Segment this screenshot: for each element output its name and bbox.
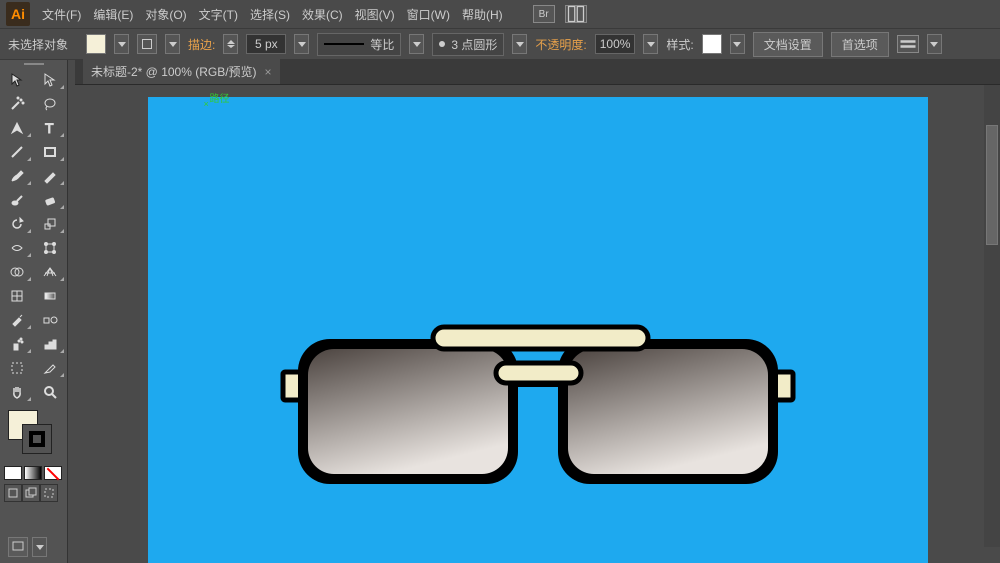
brush-dropdown[interactable] (512, 34, 527, 54)
document-tab[interactable]: 未标题-2* @ 100% (RGB/预览) × (83, 59, 280, 84)
width-tool[interactable] (0, 236, 34, 260)
opacity-label: 不透明度: (535, 36, 586, 53)
menu-select[interactable]: 选择(S) (250, 6, 290, 23)
gradient-tool[interactable] (34, 284, 68, 308)
menu-file[interactable]: 文件(F) (42, 6, 81, 23)
rotate-tool[interactable] (0, 212, 34, 236)
close-icon[interactable]: × (265, 65, 272, 79)
direct-selection-tool[interactable] (34, 68, 68, 92)
symbol-sprayer-tool[interactable] (0, 332, 34, 356)
fill-dropdown[interactable] (114, 34, 129, 54)
selection-tool[interactable] (0, 68, 34, 92)
toolbox: T (0, 60, 68, 563)
blend-tool[interactable] (34, 308, 68, 332)
app-logo: Ai (6, 2, 30, 26)
fill-stroke-indicator[interactable] (4, 410, 63, 460)
menu-window[interactable]: 窗口(W) (407, 6, 450, 23)
menu-help[interactable]: 帮助(H) (462, 6, 503, 23)
document-tab-title: 未标题-2* @ 100% (RGB/预览) (91, 63, 257, 80)
menu-effect[interactable]: 效果(C) (302, 6, 343, 23)
draw-behind[interactable] (22, 484, 40, 502)
menu-type[interactable]: 文字(T) (199, 6, 238, 23)
stroke-indicator[interactable] (22, 424, 52, 454)
style-label: 样式: (666, 36, 693, 53)
brush-definition[interactable]: 3 点圆形 (432, 33, 504, 56)
mesh-tool[interactable] (0, 284, 34, 308)
document-setup-button[interactable]: 文档设置 (753, 32, 823, 57)
svg-text:T: T (45, 120, 54, 136)
type-tool[interactable]: T (34, 116, 68, 140)
shape-builder-tool[interactable] (0, 260, 34, 284)
stroke-profile-dropdown[interactable] (409, 34, 424, 54)
color-mode[interactable] (4, 466, 22, 480)
menu-view[interactable]: 视图(V) (355, 6, 395, 23)
screen-mode[interactable] (8, 537, 28, 557)
stroke-label: 描边: (188, 36, 215, 53)
preferences-button[interactable]: 首选项 (831, 32, 889, 57)
eraser-tool[interactable] (34, 188, 68, 212)
draw-inside[interactable] (40, 484, 58, 502)
brush-tool[interactable] (0, 164, 34, 188)
pen-tool[interactable] (0, 116, 34, 140)
style-dropdown[interactable] (730, 34, 745, 54)
hand-tool[interactable] (0, 380, 34, 404)
bridge-button[interactable]: Br (533, 5, 555, 23)
brush-label: 3 点圆形 (451, 36, 497, 53)
opacity-input[interactable]: 100% (595, 34, 636, 54)
stroke-profile[interactable]: 等比 (317, 33, 401, 56)
gradient-mode[interactable] (24, 466, 42, 480)
style-swatch[interactable] (702, 34, 722, 54)
scale-tool[interactable] (34, 212, 68, 236)
artboard-tool[interactable] (0, 356, 34, 380)
arrange-button[interactable] (565, 5, 587, 23)
stroke-stepper[interactable] (223, 34, 238, 54)
stroke-weight-input[interactable]: 5 px (246, 34, 286, 54)
blob-brush-tool[interactable] (0, 188, 34, 212)
align-dropdown[interactable] (927, 34, 942, 54)
draw-normal[interactable] (4, 484, 22, 502)
stroke-weight-dropdown[interactable] (294, 34, 309, 54)
document-tabstrip: 未标题-2* @ 100% (RGB/预览) × (75, 60, 1000, 85)
none-mode[interactable] (44, 466, 62, 480)
screen-mode-dropdown[interactable] (32, 537, 47, 557)
stroke-dropdown[interactable] (165, 34, 180, 54)
canvas-area[interactable]: × 路径 (75, 85, 1000, 563)
smart-guide-label: 路径 (210, 90, 230, 105)
menu-bar: Ai 文件(F) 编辑(E) 对象(O) 文字(T) 选择(S) 效果(C) 视… (0, 0, 1000, 28)
opacity-dropdown[interactable] (643, 34, 658, 54)
artboard[interactable]: × 路径 (148, 97, 928, 563)
magic-wand-tool[interactable] (0, 92, 34, 116)
toolbox-handle[interactable] (0, 60, 67, 68)
selection-status: 未选择对象 (8, 36, 78, 53)
lasso-tool[interactable] (34, 92, 68, 116)
eyedropper-tool[interactable] (0, 308, 34, 332)
stroke-profile-label: 等比 (370, 36, 394, 53)
stroke-swatch[interactable] (137, 34, 157, 54)
free-transform-tool[interactable] (34, 236, 68, 260)
fill-swatch[interactable] (86, 34, 106, 54)
align-button[interactable] (897, 35, 919, 53)
rectangle-tool[interactable] (34, 140, 68, 164)
pencil-tool[interactable] (34, 164, 68, 188)
line-tool[interactable] (0, 140, 34, 164)
vertical-scroll-thumb[interactable] (986, 125, 998, 245)
vertical-scrollbar[interactable] (984, 85, 1000, 547)
menu-object[interactable]: 对象(O) (145, 6, 186, 23)
zoom-tool[interactable] (34, 380, 68, 404)
app-logo-text: Ai (11, 6, 25, 22)
menu-edit[interactable]: 编辑(E) (93, 6, 133, 23)
perspective-grid-tool[interactable] (34, 260, 68, 284)
artwork-glasses[interactable] (278, 317, 798, 517)
workspace-controls: Br (533, 5, 587, 23)
slice-tool[interactable] (34, 356, 68, 380)
control-bar: 未选择对象 描边: 5 px 等比 3 点圆形 不透明度: 100% 样式: 文… (0, 28, 1000, 60)
anchor-indicator-icon: × (204, 99, 209, 109)
graph-tool[interactable] (34, 332, 68, 356)
